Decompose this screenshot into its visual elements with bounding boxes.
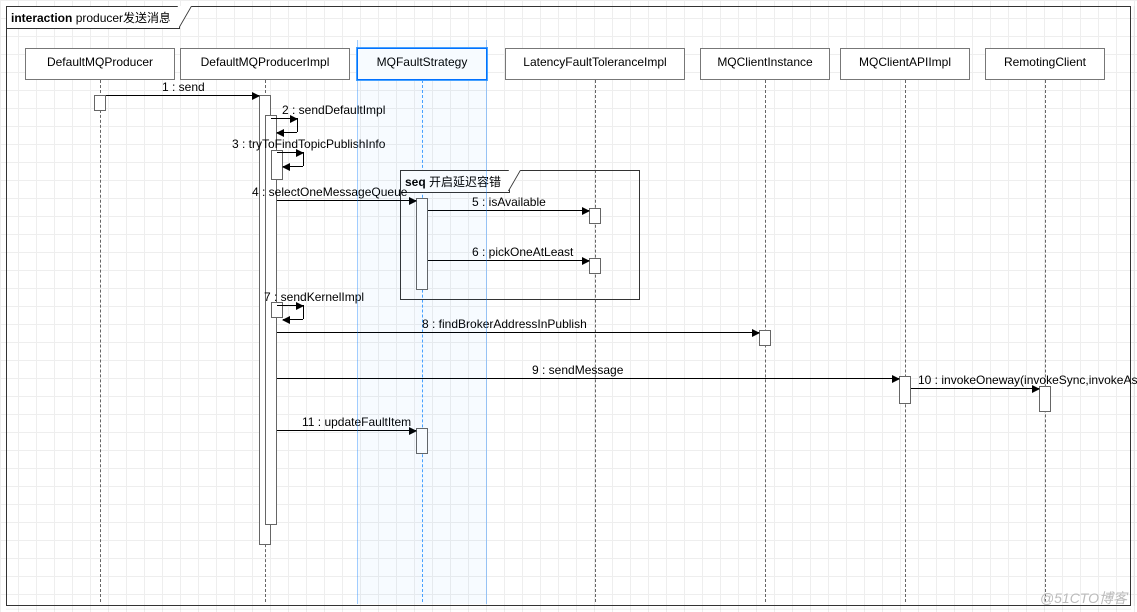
message-line-3	[277, 152, 303, 153]
right-shadow	[1132, 6, 1135, 606]
diagram-canvas: DefaultMQProducer DefaultMQProducerImpl MQ…	[0, 0, 1137, 612]
lifeline-head-L6[interactable]: MQClientAPIImpl	[840, 48, 970, 80]
selection-highlight	[357, 40, 487, 604]
activation-A_L4b	[589, 258, 601, 274]
lifeline-label: MQClientInstance	[717, 55, 812, 69]
message-label-10: 10 : invokeOneway(invokeSync,invokeAsync…	[916, 373, 1137, 387]
message-line-10	[911, 388, 1039, 389]
message-line-1	[106, 95, 259, 96]
bottom-shadow	[6, 607, 1131, 610]
activation-A_L1	[94, 95, 106, 111]
lifeline-head-L2[interactable]: DefaultMQProducerImpl	[180, 48, 350, 80]
message-line-8	[277, 332, 759, 333]
message-label-7: 7 : sendKernelImpl	[262, 290, 366, 304]
message-line-7	[277, 305, 303, 306]
lifeline-L6	[905, 80, 906, 602]
lifeline-L4	[595, 80, 596, 602]
lifeline-label: MQClientAPIImpl	[859, 55, 951, 69]
activation-A_L6	[899, 376, 911, 404]
lifeline-head-L1[interactable]: DefaultMQProducer	[25, 48, 175, 80]
lifeline-head-L4[interactable]: LatencyFaultToleranceImpl	[505, 48, 685, 80]
lifeline-L7	[1045, 80, 1046, 602]
lifeline-label: RemotingClient	[1004, 55, 1086, 69]
lifeline-head-L5[interactable]: MQClientInstance	[700, 48, 830, 80]
activation-A_L4a	[589, 208, 601, 224]
activation-A_L5	[759, 330, 771, 346]
lifeline-L1	[100, 80, 101, 602]
lifeline-label: DefaultMQProducer	[47, 55, 153, 69]
message-line-2	[271, 118, 297, 119]
message-label-9: 9 : sendMessage	[530, 363, 625, 377]
lifeline-label: DefaultMQProducerImpl	[201, 55, 330, 69]
lifeline-head-L7[interactable]: RemotingClient	[985, 48, 1105, 80]
watermark: @51CTO博客	[1040, 588, 1127, 608]
activation-A_L7	[1039, 386, 1051, 412]
message-label-1: 1 : send	[160, 80, 207, 94]
lifeline-label: LatencyFaultToleranceImpl	[523, 55, 666, 69]
